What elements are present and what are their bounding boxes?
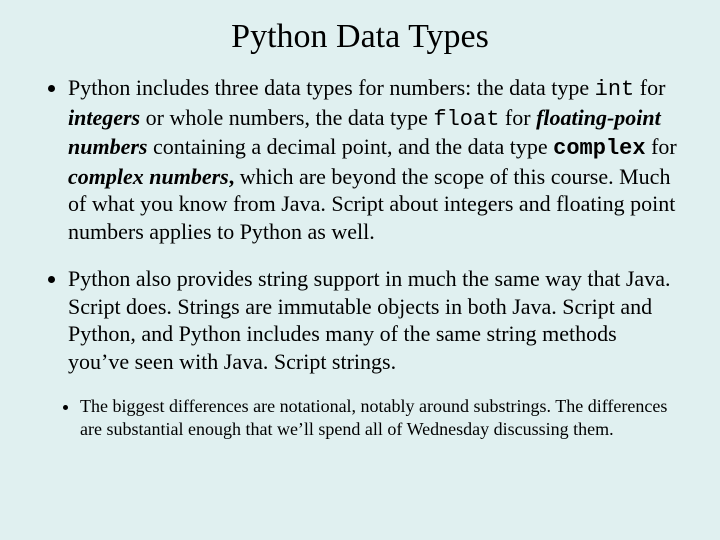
b1-text-2: for: [634, 75, 665, 100]
sub-bullet-1: The biggest differences are notational, …: [80, 395, 680, 440]
b1-code-int: int: [595, 77, 635, 102]
b1-code-complex: complex: [553, 136, 645, 161]
b1-text-1: Python includes three data types for num…: [68, 75, 595, 100]
b1-text-4: for: [499, 105, 536, 130]
b1-text-6: for: [646, 134, 677, 159]
b1-text-3: or whole numbers, the data type: [140, 105, 433, 130]
sub-bullet-list: The biggest differences are notational, …: [40, 395, 680, 440]
b1-code-float: float: [433, 107, 499, 132]
bullet-2: Python also provides string support in m…: [68, 265, 680, 375]
b1-em-complex: complex numbers: [68, 164, 229, 189]
b1-text-5: containing a decimal point, and the data…: [147, 134, 553, 159]
bullet-1: Python includes three data types for num…: [68, 74, 680, 245]
b1-em-integers: integers: [68, 105, 140, 130]
slide: Python Data Types Python includes three …: [0, 0, 720, 540]
slide-title: Python Data Types: [40, 18, 680, 56]
bullet-list: Python includes three data types for num…: [40, 74, 680, 375]
